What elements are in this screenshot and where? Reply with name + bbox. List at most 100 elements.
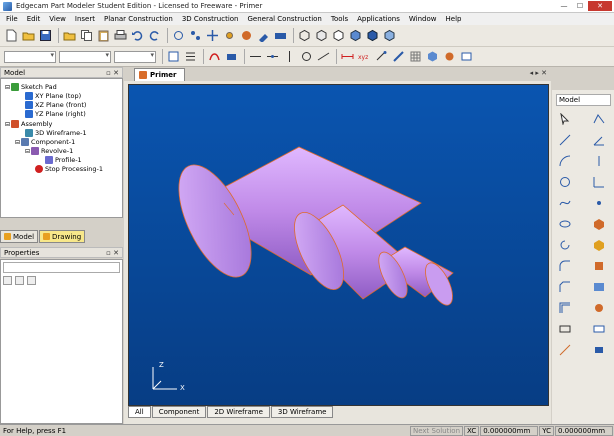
tab-2d-wireframe[interactable]: 2D Wireframe bbox=[207, 406, 270, 418]
layers-icon[interactable] bbox=[425, 49, 440, 64]
view-rotate-icon[interactable] bbox=[382, 28, 397, 43]
new-icon[interactable] bbox=[4, 28, 19, 43]
menu-help[interactable]: Help bbox=[446, 15, 462, 23]
menu-3d-construction[interactable]: 3D Construction bbox=[182, 15, 239, 23]
tree-node-xy-plane[interactable]: XY Plane (top) bbox=[25, 92, 81, 100]
view-wire-icon[interactable] bbox=[314, 28, 329, 43]
vertical-line-icon[interactable] bbox=[282, 49, 297, 64]
line-angle-icon[interactable] bbox=[590, 131, 608, 148]
save-icon[interactable] bbox=[38, 28, 53, 43]
close-icon[interactable]: ✕ bbox=[588, 1, 612, 11]
open-icon[interactable] bbox=[21, 28, 36, 43]
sort-category-icon[interactable] bbox=[3, 276, 12, 285]
rectangle-icon[interactable] bbox=[556, 320, 574, 337]
tab-model[interactable]: Model bbox=[0, 230, 39, 243]
pattern-icon[interactable] bbox=[590, 341, 608, 358]
camera-icon[interactable] bbox=[273, 28, 288, 43]
list-icon[interactable] bbox=[183, 49, 198, 64]
view-hidden-icon[interactable] bbox=[331, 28, 346, 43]
tab-component[interactable]: Component bbox=[151, 406, 207, 418]
colour-combo[interactable] bbox=[59, 50, 111, 63]
dimension-icon[interactable] bbox=[340, 49, 355, 64]
view-iso-icon[interactable] bbox=[297, 28, 312, 43]
style-combo[interactable] bbox=[114, 50, 156, 63]
snap-point-icon[interactable] bbox=[374, 49, 389, 64]
tab-drawing[interactable]: Drawing bbox=[39, 230, 86, 243]
dimension-tool-icon[interactable] bbox=[556, 341, 574, 358]
select-arrow-icon[interactable] bbox=[556, 110, 574, 127]
maximize-icon[interactable]: ☐ bbox=[572, 1, 588, 11]
tab-primer[interactable]: Primer bbox=[134, 68, 186, 81]
probe-icon[interactable] bbox=[256, 28, 271, 43]
cutting-icon[interactable] bbox=[442, 49, 457, 64]
move-icon[interactable] bbox=[205, 28, 220, 43]
point-line-icon[interactable] bbox=[265, 49, 280, 64]
properties-icon[interactable] bbox=[166, 49, 181, 64]
view-solid-icon[interactable] bbox=[365, 28, 380, 43]
pane-controls[interactable]: ▫ ✕ bbox=[106, 69, 119, 77]
offset-icon[interactable] bbox=[556, 299, 574, 316]
tab-3d-wireframe[interactable]: 3D Wireframe bbox=[270, 406, 334, 418]
properties-combo[interactable] bbox=[3, 262, 120, 273]
tree-node-profile[interactable]: Profile-1 bbox=[45, 156, 82, 164]
next-solution-button[interactable]: Next Solution bbox=[409, 425, 464, 436]
circle-tool-icon[interactable] bbox=[299, 49, 314, 64]
solid-icon[interactable] bbox=[590, 236, 608, 253]
point-icon[interactable] bbox=[590, 194, 608, 211]
ellipse-icon[interactable] bbox=[556, 215, 574, 232]
tree-node-xz-plane[interactable]: XZ Plane (front) bbox=[25, 101, 86, 109]
menu-window[interactable]: Window bbox=[409, 15, 437, 23]
spline-icon[interactable] bbox=[556, 194, 574, 211]
line-icon[interactable] bbox=[248, 49, 263, 64]
shade-icon[interactable] bbox=[239, 28, 254, 43]
text-box-icon[interactable] bbox=[590, 320, 608, 337]
tangent-icon[interactable] bbox=[316, 49, 331, 64]
minimize-icon[interactable]: — bbox=[556, 1, 572, 11]
mode-combo[interactable]: Model bbox=[556, 94, 611, 106]
polyline-icon[interactable] bbox=[590, 110, 608, 127]
layer-combo[interactable] bbox=[4, 50, 56, 63]
snap-icon[interactable] bbox=[222, 28, 237, 43]
curve-icon[interactable] bbox=[207, 49, 222, 64]
tree-node-3d-wireframe[interactable]: 3D Wireframe-1 bbox=[25, 129, 87, 137]
fillet-icon[interactable] bbox=[556, 257, 574, 274]
tree-node-assembly[interactable]: ⊟ Assembly bbox=[5, 120, 52, 128]
menu-tools[interactable]: Tools bbox=[331, 15, 348, 23]
paste-icon[interactable] bbox=[96, 28, 111, 43]
rotate-icon[interactable] bbox=[556, 236, 574, 253]
menu-applications[interactable]: Applications bbox=[357, 15, 400, 23]
xyz-icon[interactable]: xyz bbox=[357, 49, 372, 64]
copy-icon[interactable] bbox=[79, 28, 94, 43]
view-shaded-icon[interactable] bbox=[348, 28, 363, 43]
tree-node-component[interactable]: ⊟ Component-1 bbox=[15, 138, 75, 146]
menu-insert[interactable]: Insert bbox=[75, 15, 95, 23]
menu-general-construction[interactable]: General Construction bbox=[247, 15, 321, 23]
cut-icon[interactable] bbox=[590, 299, 608, 316]
node-icon[interactable] bbox=[188, 28, 203, 43]
extrude-icon[interactable] bbox=[590, 257, 608, 274]
sort-alpha-icon[interactable] bbox=[15, 276, 24, 285]
select-mode-icon[interactable] bbox=[391, 49, 406, 64]
revolve-tool-icon[interactable] bbox=[590, 278, 608, 295]
menu-file[interactable]: File bbox=[6, 15, 18, 23]
layer-icon[interactable] bbox=[224, 49, 239, 64]
arc-icon[interactable] bbox=[556, 152, 574, 169]
document-nav[interactable]: ◂ ▸ ✕ bbox=[530, 69, 547, 77]
tree-node-revolve[interactable]: ⊟ Revolve-1 bbox=[25, 147, 73, 155]
tree-node-yz-plane[interactable]: YZ Plane (right) bbox=[25, 110, 86, 118]
grid-icon[interactable] bbox=[408, 49, 423, 64]
menu-planar-construction[interactable]: Planar Construction bbox=[104, 15, 173, 23]
menu-view[interactable]: View bbox=[49, 15, 66, 23]
circle-icon[interactable] bbox=[556, 173, 574, 190]
property-pages-icon[interactable] bbox=[27, 276, 36, 285]
pane-controls[interactable]: ▫ ✕ bbox=[106, 249, 119, 257]
print-icon[interactable] bbox=[113, 28, 128, 43]
redo-icon[interactable] bbox=[147, 28, 162, 43]
block-icon[interactable] bbox=[590, 215, 608, 232]
undo-icon[interactable] bbox=[130, 28, 145, 43]
line-vertical-icon[interactable] bbox=[590, 152, 608, 169]
tree-node-sketch-pad[interactable]: ⊟ Sketch Pad bbox=[5, 83, 57, 91]
open-folder-icon[interactable] bbox=[62, 28, 77, 43]
axis-icon[interactable] bbox=[590, 173, 608, 190]
line-tool-icon[interactable] bbox=[556, 131, 574, 148]
